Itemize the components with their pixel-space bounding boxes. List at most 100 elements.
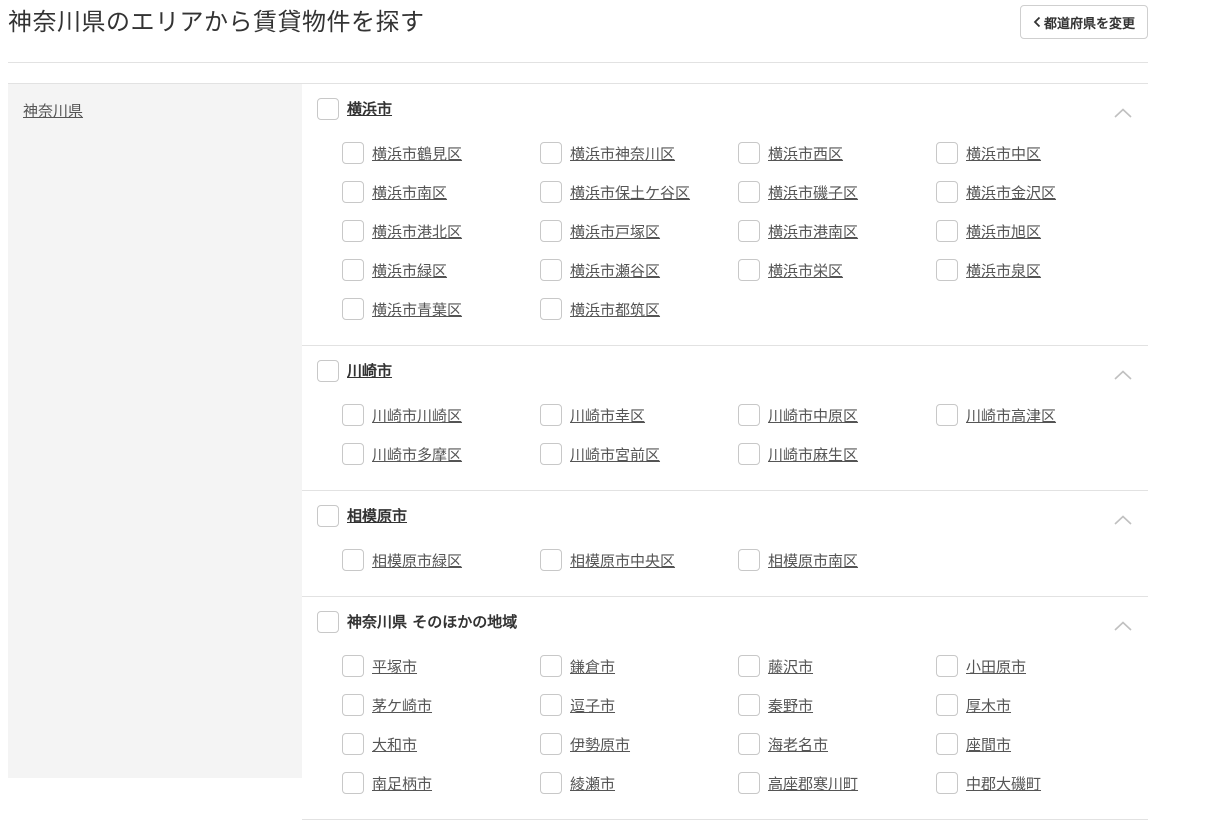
- area-checkbox[interactable]: [540, 772, 562, 794]
- area-link[interactable]: 横浜市鶴見区: [372, 144, 462, 164]
- area-link[interactable]: 横浜市中区: [966, 144, 1041, 164]
- area-link[interactable]: 大和市: [372, 735, 417, 755]
- section-checkbox[interactable]: [317, 505, 339, 527]
- area-checkbox[interactable]: [738, 142, 760, 164]
- chevron-up-icon[interactable]: [1114, 616, 1134, 631]
- area-link[interactable]: 横浜市保土ケ谷区: [570, 183, 690, 203]
- area-checkbox[interactable]: [540, 298, 562, 320]
- area-checkbox[interactable]: [738, 443, 760, 465]
- area-checkbox[interactable]: [738, 549, 760, 571]
- area-link[interactable]: 横浜市戸塚区: [570, 222, 660, 242]
- area-checkbox[interactable]: [936, 142, 958, 164]
- area-checkbox[interactable]: [738, 220, 760, 242]
- prefecture-link[interactable]: 神奈川県: [23, 100, 83, 121]
- area-link[interactable]: 鎌倉市: [570, 657, 615, 677]
- section-title[interactable]: 相模原市: [347, 506, 407, 526]
- area-checkbox[interactable]: [540, 404, 562, 426]
- area-checkbox[interactable]: [342, 142, 364, 164]
- area-checkbox[interactable]: [540, 694, 562, 716]
- section-title[interactable]: 横浜市: [347, 99, 392, 119]
- area-link[interactable]: 相模原市南区: [768, 551, 858, 571]
- section-title[interactable]: 神奈川県 そのほかの地域: [347, 612, 517, 632]
- section-checkbox[interactable]: [317, 611, 339, 633]
- area-checkbox[interactable]: [936, 655, 958, 677]
- area-link[interactable]: 平塚市: [372, 657, 417, 677]
- area-link[interactable]: 横浜市南区: [372, 183, 447, 203]
- chevron-up-icon[interactable]: [1114, 365, 1134, 380]
- area-checkbox[interactable]: [540, 655, 562, 677]
- section-checkbox[interactable]: [317, 98, 339, 120]
- area-link[interactable]: 横浜市港南区: [768, 222, 858, 242]
- area-checkbox[interactable]: [738, 733, 760, 755]
- area-checkbox[interactable]: [540, 220, 562, 242]
- area-checkbox[interactable]: [342, 733, 364, 755]
- area-link[interactable]: 秦野市: [768, 696, 813, 716]
- area-link[interactable]: 川崎市多摩区: [372, 445, 462, 465]
- area-link[interactable]: 横浜市泉区: [966, 261, 1041, 281]
- area-link[interactable]: 横浜市緑区: [372, 261, 447, 281]
- area-checkbox[interactable]: [936, 181, 958, 203]
- area-link[interactable]: 相模原市緑区: [372, 551, 462, 571]
- area-checkbox[interactable]: [936, 772, 958, 794]
- area-checkbox[interactable]: [540, 549, 562, 571]
- area-link[interactable]: 綾瀬市: [570, 774, 615, 794]
- area-link[interactable]: 逗子市: [570, 696, 615, 716]
- area-checkbox[interactable]: [342, 181, 364, 203]
- area-link[interactable]: 中郡大磯町: [966, 774, 1041, 794]
- area-checkbox[interactable]: [540, 142, 562, 164]
- section-title[interactable]: 川崎市: [347, 361, 392, 381]
- area-link[interactable]: 横浜市西区: [768, 144, 843, 164]
- area-checkbox[interactable]: [936, 220, 958, 242]
- area-link[interactable]: 伊勢原市: [570, 735, 630, 755]
- area-checkbox[interactable]: [342, 259, 364, 281]
- area-checkbox[interactable]: [738, 404, 760, 426]
- area-link[interactable]: 横浜市青葉区: [372, 300, 462, 320]
- area-checkbox[interactable]: [738, 694, 760, 716]
- area-link[interactable]: 藤沢市: [768, 657, 813, 677]
- area-checkbox[interactable]: [540, 259, 562, 281]
- area-checkbox[interactable]: [342, 694, 364, 716]
- area-link[interactable]: 横浜市港北区: [372, 222, 462, 242]
- area-link[interactable]: 横浜市栄区: [768, 261, 843, 281]
- area-checkbox[interactable]: [342, 404, 364, 426]
- section-checkbox[interactable]: [317, 360, 339, 382]
- area-checkbox[interactable]: [936, 733, 958, 755]
- area-link[interactable]: 南足柄市: [372, 774, 432, 794]
- area-link[interactable]: 横浜市都筑区: [570, 300, 660, 320]
- area-link[interactable]: 横浜市神奈川区: [570, 144, 675, 164]
- area-link[interactable]: 茅ケ崎市: [372, 696, 432, 716]
- area-link[interactable]: 川崎市中原区: [768, 406, 858, 426]
- area-checkbox[interactable]: [342, 549, 364, 571]
- area-checkbox[interactable]: [342, 298, 364, 320]
- chevron-up-icon[interactable]: [1114, 510, 1134, 525]
- area-link[interactable]: 川崎市高津区: [966, 406, 1056, 426]
- area-checkbox[interactable]: [342, 220, 364, 242]
- area-link[interactable]: 海老名市: [768, 735, 828, 755]
- area-link[interactable]: 横浜市旭区: [966, 222, 1041, 242]
- area-checkbox[interactable]: [342, 655, 364, 677]
- change-prefecture-button[interactable]: 都道府県を変更: [1020, 5, 1148, 39]
- area-checkbox[interactable]: [540, 733, 562, 755]
- area-link[interactable]: 横浜市金沢区: [966, 183, 1056, 203]
- area-checkbox[interactable]: [936, 259, 958, 281]
- area-link[interactable]: 川崎市川崎区: [372, 406, 462, 426]
- area-checkbox[interactable]: [738, 655, 760, 677]
- area-checkbox[interactable]: [342, 443, 364, 465]
- area-link[interactable]: 厚木市: [966, 696, 1011, 716]
- area-link[interactable]: 高座郡寒川町: [768, 774, 858, 794]
- area-link[interactable]: 川崎市宮前区: [570, 445, 660, 465]
- chevron-up-icon[interactable]: [1114, 103, 1134, 118]
- area-checkbox[interactable]: [936, 404, 958, 426]
- area-checkbox[interactable]: [342, 772, 364, 794]
- area-link[interactable]: 川崎市幸区: [570, 406, 645, 426]
- area-checkbox[interactable]: [738, 181, 760, 203]
- area-link[interactable]: 小田原市: [966, 657, 1026, 677]
- area-checkbox[interactable]: [540, 181, 562, 203]
- area-link[interactable]: 横浜市瀬谷区: [570, 261, 660, 281]
- area-checkbox[interactable]: [936, 694, 958, 716]
- area-checkbox[interactable]: [738, 259, 760, 281]
- area-checkbox[interactable]: [540, 443, 562, 465]
- area-link[interactable]: 座間市: [966, 735, 1011, 755]
- area-link[interactable]: 相模原市中央区: [570, 551, 675, 571]
- area-link[interactable]: 川崎市麻生区: [768, 445, 858, 465]
